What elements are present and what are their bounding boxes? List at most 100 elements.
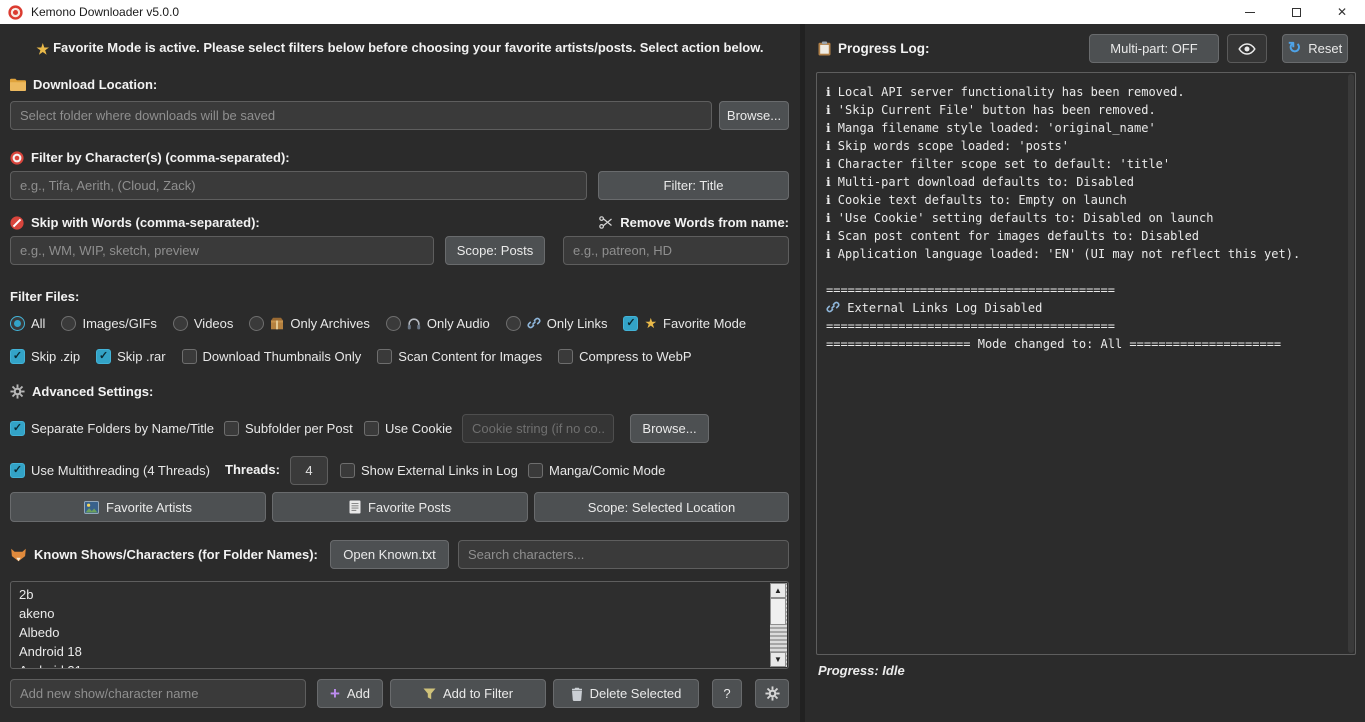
minimize-button[interactable] — [1227, 0, 1273, 24]
checkbox-skip-zip[interactable]: Skip .zip — [10, 349, 80, 364]
checkbox-use-multithreading[interactable]: Use Multithreading (4 Threads) — [10, 463, 210, 478]
browse-download-button[interactable]: Browse... — [719, 101, 789, 130]
scope-selected-location-button[interactable]: Scope: Selected Location — [534, 492, 789, 522]
add-character-input[interactable] — [10, 679, 306, 708]
no-entry-icon — [10, 216, 24, 230]
delete-selected-button[interactable]: Delete Selected — [553, 679, 699, 708]
option-label: Separate Folders by Name/Title — [31, 421, 214, 436]
remove-words-input[interactable] — [563, 236, 789, 265]
option-label: Skip .zip — [31, 349, 80, 364]
filter-files-label: Filter Files: — [10, 289, 79, 304]
close-button[interactable]: ✕ — [1319, 0, 1365, 24]
gear-icon — [765, 686, 780, 701]
log-line: ℹ Local API server functionality has bee… — [826, 83, 1346, 101]
download-location-input[interactable] — [10, 101, 712, 130]
checkbox-indicator — [340, 463, 355, 478]
panel-divider[interactable] — [800, 24, 805, 722]
trash-icon — [571, 687, 583, 701]
radio-option-only-audio[interactable]: Only Audio — [386, 316, 490, 331]
radio-option-images-gifs[interactable]: Images/GIFs — [61, 316, 156, 331]
radio-option-all[interactable]: All — [10, 316, 45, 331]
scroll-down-button[interactable]: ▼ — [770, 652, 786, 667]
help-button[interactable]: ? — [712, 679, 742, 708]
list-item[interactable]: akeno — [11, 604, 788, 623]
checkbox-skip-rar[interactable]: Skip .rar — [96, 349, 165, 364]
info-icon: ℹ — [826, 229, 831, 243]
star-icon: ★ — [644, 316, 657, 330]
checkbox-indicator — [377, 349, 392, 364]
progress-status: Progress: Idle — [818, 663, 905, 678]
download-location-label: Download Location: — [10, 77, 157, 92]
scrollbar-thumb[interactable] — [770, 598, 786, 625]
checkbox-show-external-links[interactable]: Show External Links in Log — [340, 463, 518, 478]
checkbox-compress-to-webp[interactable]: Compress to WebP — [558, 349, 691, 364]
headphones-icon — [407, 317, 421, 330]
plus-icon: + — [330, 685, 340, 702]
browse-cookie-button[interactable]: Browse... — [630, 414, 709, 443]
log-scrollbar[interactable] — [1348, 74, 1354, 653]
radio-option-videos[interactable]: Videos — [173, 316, 234, 331]
checkbox-manga-comic-mode[interactable]: Manga/Comic Mode — [528, 463, 665, 478]
favorite-artists-button[interactable]: Favorite Artists — [10, 492, 266, 522]
multipart-toggle-button[interactable]: Multi-part: OFF — [1089, 34, 1219, 63]
info-icon: ℹ — [826, 211, 831, 225]
cookie-string-input[interactable] — [462, 414, 614, 443]
app-logo-icon — [8, 5, 23, 20]
filter-scope-button[interactable]: Filter: Title — [598, 171, 789, 200]
star-icon: ★ — [37, 42, 50, 56]
character-filter-input[interactable] — [10, 171, 587, 200]
option-label: Compress to WebP — [579, 349, 691, 364]
eye-toggle-button[interactable] — [1227, 34, 1267, 63]
checkbox-scan-content-for-images[interactable]: Scan Content for Images — [377, 349, 542, 364]
list-item[interactable]: Android 18 — [11, 642, 788, 661]
add-button[interactable]: + Add — [317, 679, 383, 708]
info-icon: ℹ — [826, 193, 831, 207]
checkbox-use-cookie[interactable]: Use Cookie — [364, 421, 452, 436]
titlebar: Kemono Downloader v5.0.0 ✕ — [0, 0, 1365, 24]
list-item[interactable]: 2b — [11, 585, 788, 604]
reset-button[interactable]: ↻ Reset — [1282, 34, 1348, 63]
option-label: Scan Content for Images — [398, 349, 542, 364]
log-lines: ℹ Local API server functionality has bee… — [826, 83, 1346, 353]
settings-button[interactable] — [755, 679, 789, 708]
progress-log-area[interactable]: ℹ Local API server functionality has bee… — [816, 72, 1356, 655]
option-label: Images/GIFs — [82, 316, 156, 331]
log-line — [826, 263, 1346, 281]
threads-input[interactable] — [290, 456, 328, 485]
option-label: Manga/Comic Mode — [549, 463, 665, 478]
checkbox-favorite-mode[interactable]: ★Favorite Mode — [623, 316, 746, 331]
filter-icon — [423, 688, 436, 700]
gear-icon — [10, 384, 25, 399]
folder-icon — [10, 78, 26, 91]
skip-words-input[interactable] — [10, 236, 434, 265]
radio-indicator — [10, 316, 25, 331]
radio-option-only-links[interactable]: Only Links — [506, 316, 608, 331]
checkbox-download-thumbnails-only[interactable]: Download Thumbnails Only — [182, 349, 362, 364]
close-icon: ✕ — [1337, 5, 1347, 19]
advanced-settings-label: Advanced Settings: — [10, 384, 153, 399]
add-to-filter-button[interactable]: Add to Filter — [390, 679, 546, 708]
skip-scope-button[interactable]: Scope: Posts — [445, 236, 545, 265]
list-item[interactable]: Albedo — [11, 623, 788, 642]
list-scrollbar[interactable]: ▲ ▼ — [770, 583, 787, 667]
maximize-button[interactable] — [1273, 0, 1319, 24]
favorite-posts-button[interactable]: Favorite Posts — [272, 492, 528, 522]
document-icon — [349, 500, 361, 514]
character-filter-label: Filter by Character(s) (comma-separated)… — [10, 150, 290, 165]
search-characters-input[interactable] — [458, 540, 789, 569]
checkbox-indicator — [10, 421, 25, 436]
log-line: ℹ Character filter scope set to default:… — [826, 155, 1346, 173]
checkbox-separate-folders[interactable]: Separate Folders by Name/Title — [10, 421, 214, 436]
checkbox-subfolder-per-post[interactable]: Subfolder per Post — [224, 421, 353, 436]
radio-option-only-archives[interactable]: Only Archives — [249, 316, 369, 331]
option-label: Show External Links in Log — [361, 463, 518, 478]
open-known-txt-button[interactable]: Open Known.txt — [330, 540, 449, 569]
character-list[interactable]: 2bakenoAlbedoAndroid 18Android 21 ▲ ▼ — [10, 581, 789, 669]
checkbox-indicator — [364, 421, 379, 436]
target-icon — [10, 151, 24, 165]
log-line: ==================== Mode changed to: Al… — [826, 335, 1346, 353]
list-item[interactable]: Android 21 — [11, 661, 788, 669]
log-line: ℹ 'Use Cookie' setting defaults to: Disa… — [826, 209, 1346, 227]
scroll-up-button[interactable]: ▲ — [770, 583, 786, 598]
checkbox-indicator — [10, 463, 25, 478]
